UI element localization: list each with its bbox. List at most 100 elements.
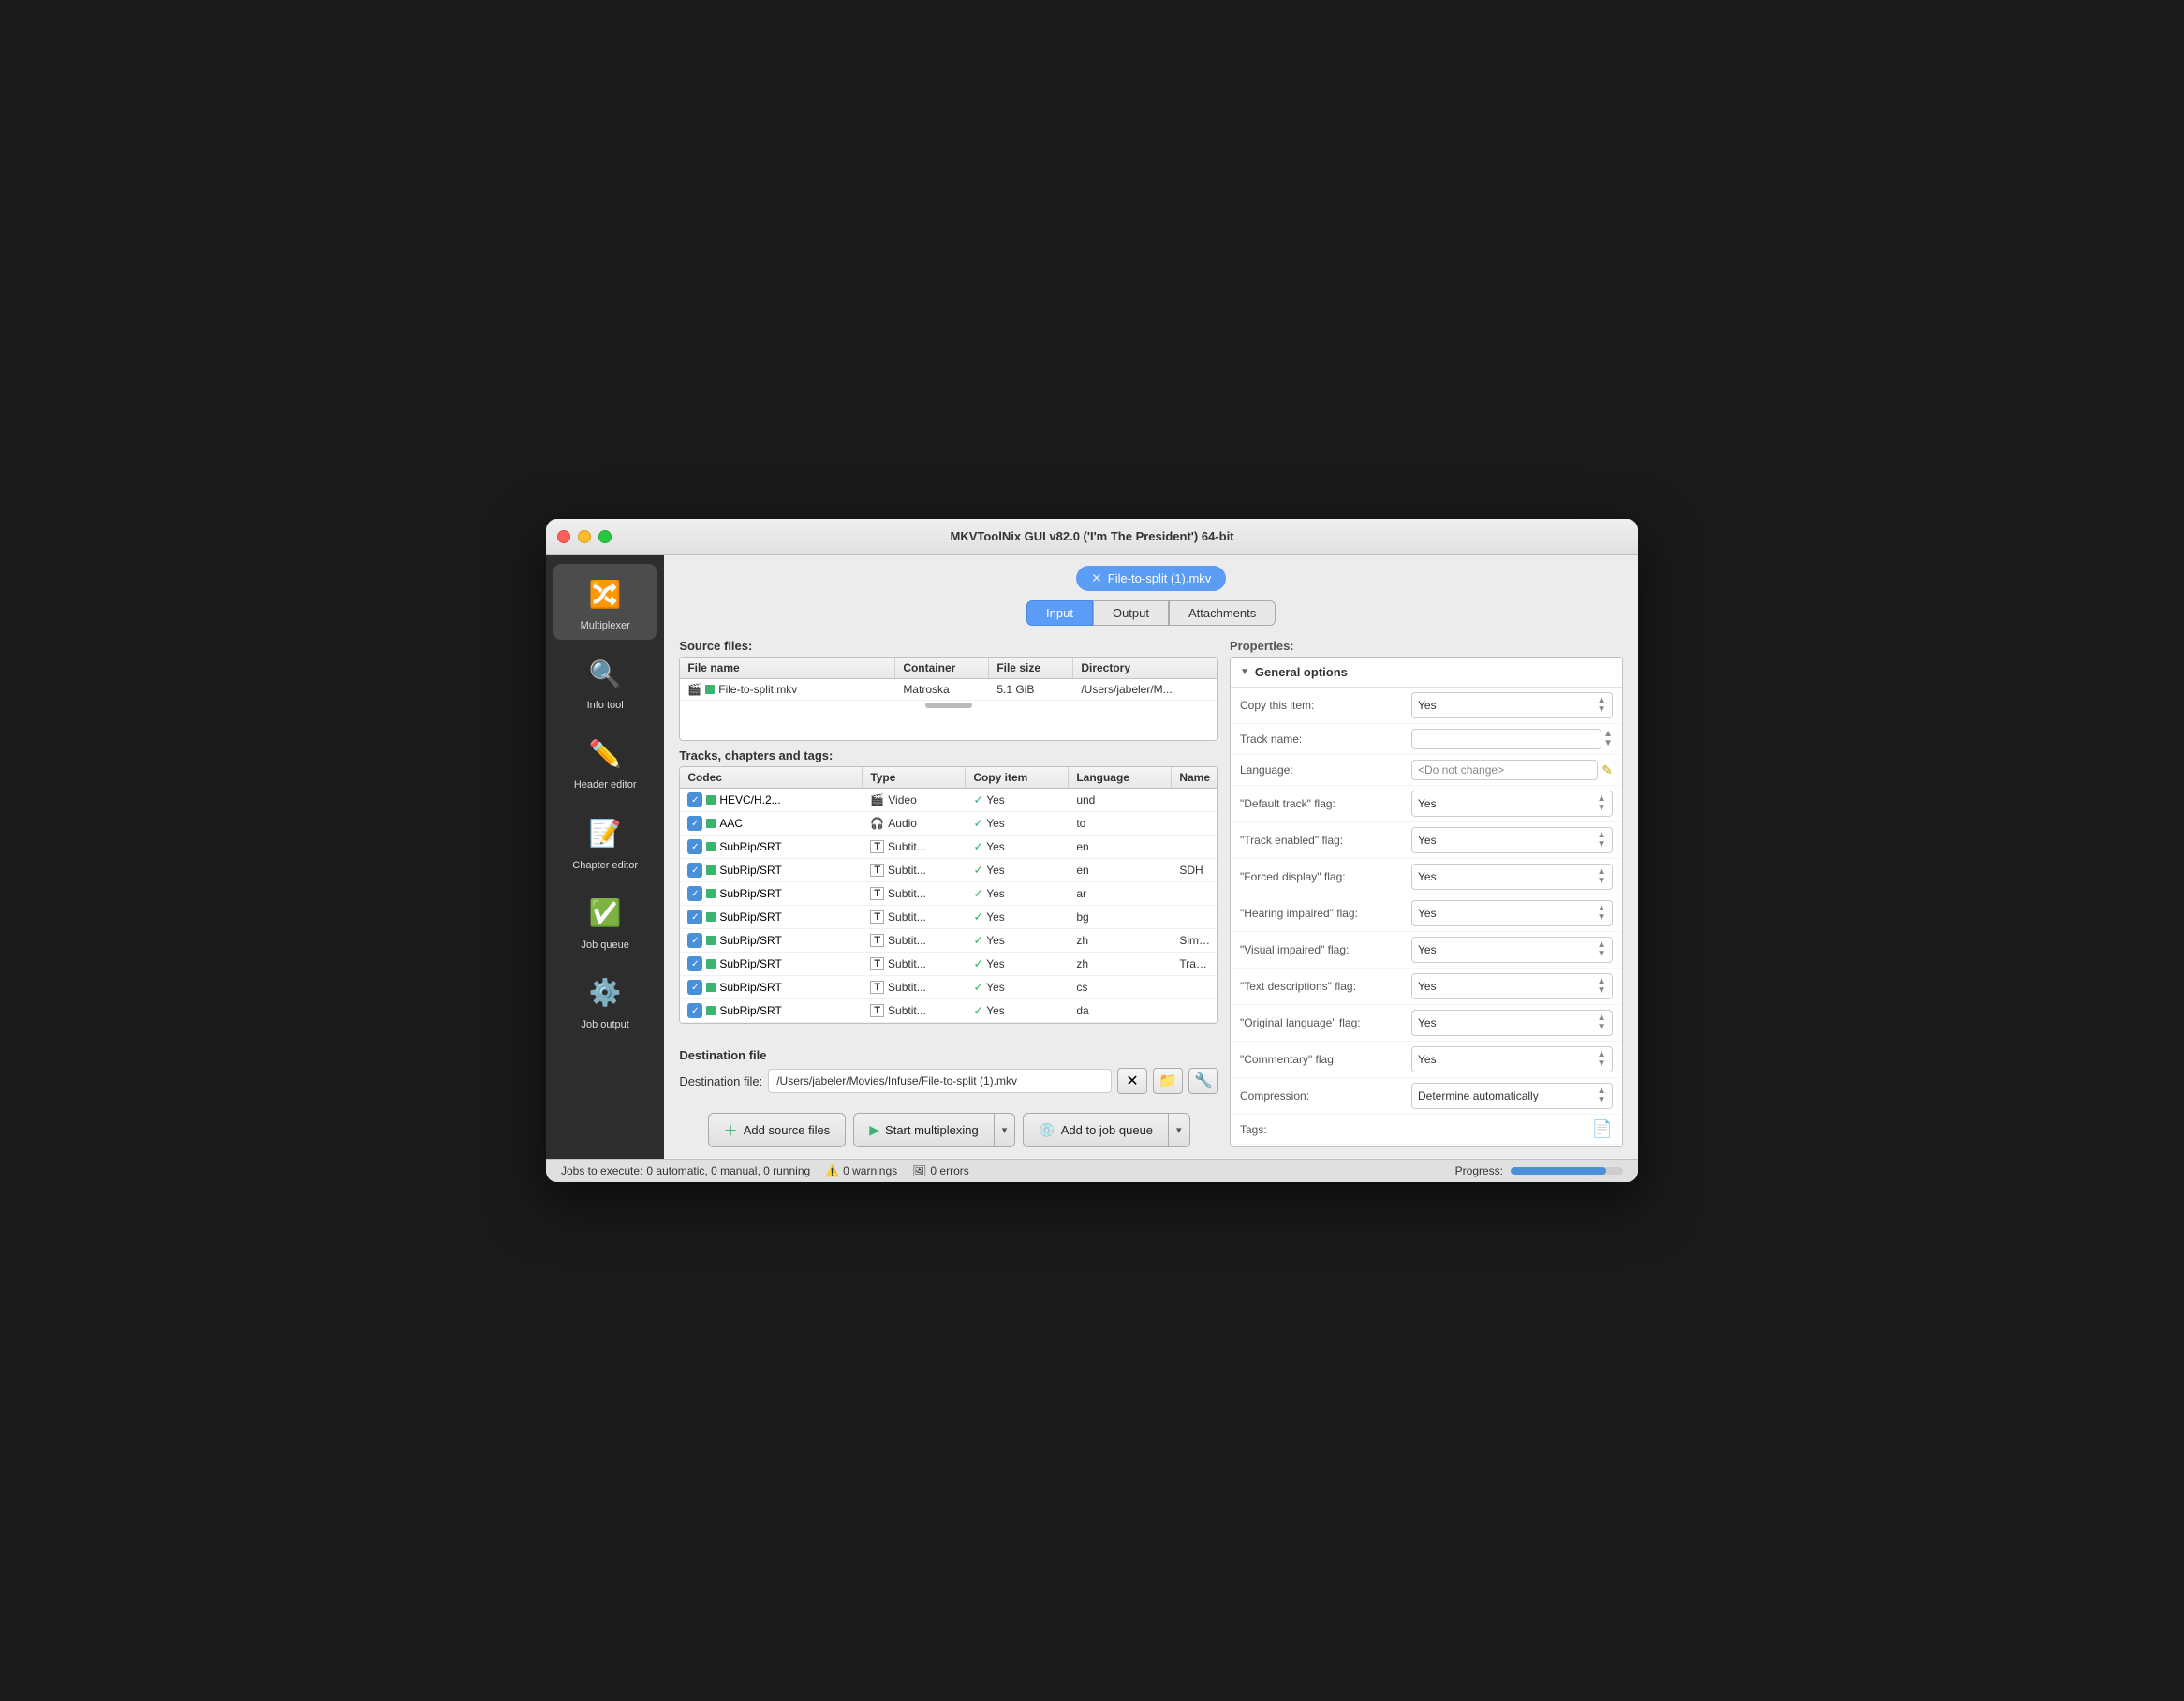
table-row[interactable]: ✓ SubRip/SRT T Subtit... (680, 859, 1217, 882)
track-checkbox-3[interactable]: ✓ (687, 863, 702, 878)
start-multiplexing-button[interactable]: ▶ Start multiplexing (853, 1113, 995, 1147)
enabled-spinner: ▲▼ (1597, 831, 1606, 850)
file-icon-img: 🎬 (687, 683, 701, 696)
track-checkbox-0[interactable]: ✓ (687, 792, 702, 807)
track-copy-cell-1: ✓ Yes (966, 812, 1069, 835)
track-checkbox-1[interactable]: ✓ (687, 816, 702, 831)
track-copy-cell-0: ✓ Yes (966, 789, 1069, 811)
table-row[interactable]: ✓ SubRip/SRT T Subtit... ✓Yes (680, 976, 1217, 999)
add-source-files-button[interactable]: ＋ Add source files (708, 1113, 847, 1147)
collapse-arrow-icon[interactable]: ▼ (1240, 667, 1249, 677)
track-codec-1: AAC (719, 817, 743, 830)
destination-options-button[interactable]: 🔧 (1188, 1068, 1218, 1094)
property-commentary: "Commentary" flag: Yes ▲▼ (1231, 1042, 1622, 1078)
sidebar: 🔀 Multiplexer 🔍 Info tool ✏️ Header edit… (546, 555, 664, 1159)
track-name-input[interactable] (1411, 729, 1601, 749)
col-name: Name (1172, 767, 1217, 788)
add-job-queue-button[interactable]: 💿 Add to job queue (1023, 1113, 1169, 1147)
track-checkbox-4[interactable]: ✓ (687, 886, 702, 901)
track-type-cell-4: T Subtit... (863, 883, 966, 904)
track-indicator-1 (706, 819, 716, 828)
tracks-label: Tracks, chapters and tags: (679, 748, 1218, 762)
sidebar-item-chapter-editor[interactable]: 📝 Chapter editor (553, 804, 657, 880)
sidebar-item-header-editor[interactable]: ✏️ Header editor (553, 723, 657, 799)
col-directory: Directory (1073, 658, 1217, 678)
tab-output[interactable]: Output (1093, 600, 1169, 626)
close-button[interactable] (557, 530, 570, 543)
track-type-0: Video (888, 793, 916, 806)
table-row[interactable]: ✓ SubRip/SRT T Subtit... ✓Yes (680, 999, 1217, 1023)
property-track-enabled: "Track enabled" flag: Yes ▲▼ (1231, 822, 1622, 859)
tab-input[interactable]: Input (1026, 600, 1093, 626)
table-row[interactable]: ✓ SubRip/SRT T Subtit... ✓Yes (680, 882, 1217, 906)
prop-control-origlang: Yes ▲▼ (1411, 1010, 1613, 1036)
destination-input[interactable] (768, 1069, 1112, 1093)
start-mux-label: Start multiplexing (885, 1123, 979, 1137)
start-mux-dropdown[interactable]: ▾ (995, 1113, 1016, 1147)
compression-select[interactable]: Determine automatically ▲▼ (1411, 1083, 1613, 1109)
minimize-button[interactable] (578, 530, 591, 543)
track-codec-3: SubRip/SRT (719, 864, 781, 877)
tags-file-button[interactable]: 📄 (1592, 1119, 1613, 1139)
jobs-status: Jobs to execute: 0 automatic, 0 manual, … (561, 1164, 810, 1177)
prop-label-default: "Default track" flag: (1240, 797, 1404, 810)
table-row[interactable]: ✓ SubRip/SRT T Subtit... ✓Yes (680, 953, 1217, 976)
track-enabled-select[interactable]: Yes ▲▼ (1411, 827, 1613, 853)
track-copy-check-0: ✓ Yes (973, 792, 1061, 807)
table-row[interactable]: ✓ AAC 🎧 Audio (680, 812, 1217, 836)
destination-clear-button[interactable]: ✕ (1117, 1068, 1147, 1094)
progress-bar-background (1511, 1167, 1623, 1175)
source-table-scrollbar[interactable] (925, 703, 972, 708)
hearing-impaired-select[interactable]: Yes ▲▼ (1411, 900, 1613, 926)
titlebar: MKVToolNix GUI v82.0 ('I'm The President… (546, 519, 1638, 555)
prop-control-textdesc: Yes ▲▼ (1411, 973, 1613, 999)
track-codec-cell-3: ✓ SubRip/SRT (680, 860, 863, 880)
tab-attachments[interactable]: Attachments (1169, 600, 1276, 626)
destination-browse-button[interactable]: 📁 (1153, 1068, 1183, 1094)
warnings-status: ⚠️ 0 warnings (825, 1164, 897, 1177)
edit-language-icon[interactable]: ✎ (1601, 762, 1613, 778)
default-track-select[interactable]: Yes ▲▼ (1411, 791, 1613, 817)
source-files-table: File name Container File size Directory … (679, 657, 1218, 741)
prop-label-enabled: "Track enabled" flag: (1240, 834, 1404, 847)
table-row[interactable]: ✓ SubRip/SRT T Subtit... ✓Yes (680, 906, 1217, 929)
table-row[interactable]: ✓ HEVC/H.2... 🎬 Video (680, 789, 1217, 812)
table-row[interactable]: 🎬 File-to-split.mkv Matroska 5.1 GiB /Us… (680, 679, 1217, 701)
copy-item-select[interactable]: Yes ▲▼ (1411, 692, 1613, 718)
properties-label: Properties: (1230, 639, 1623, 653)
prop-label-trackname: Track name: (1240, 732, 1404, 746)
hearing-spinner: ▲▼ (1597, 904, 1606, 923)
track-checkbox-2[interactable]: ✓ (687, 839, 702, 854)
source-files-label: Source files: (679, 639, 1218, 653)
forced-display-select[interactable]: Yes ▲▼ (1411, 864, 1613, 890)
add-queue-dropdown[interactable]: ▾ (1169, 1113, 1190, 1147)
sidebar-item-info-tool[interactable]: 🔍 Info tool (553, 643, 657, 719)
job-queue-icon: ✅ (583, 891, 627, 936)
file-tab[interactable]: ✕ File-to-split (1).mkv (1076, 566, 1226, 591)
compression-spinner: ▲▼ (1597, 1087, 1606, 1105)
default-spinner: ▲▼ (1597, 794, 1606, 813)
sidebar-item-multiplexer[interactable]: 🔀 Multiplexer (553, 564, 657, 640)
main-content: 🔀 Multiplexer 🔍 Info tool ✏️ Header edit… (546, 555, 1638, 1159)
sidebar-label-chapter-editor: Chapter editor (572, 860, 638, 872)
source-directory-cell: /Users/jabeler/M... (1073, 679, 1217, 700)
property-text-descriptions: "Text descriptions" flag: Yes ▲▼ (1231, 969, 1622, 1005)
source-table-header: File name Container File size Directory (680, 658, 1217, 679)
commentary-select[interactable]: Yes ▲▼ (1411, 1046, 1613, 1072)
original-language-select[interactable]: Yes ▲▼ (1411, 1010, 1613, 1036)
maximize-button[interactable] (598, 530, 612, 543)
start-mux-group: ▶ Start multiplexing ▾ (853, 1113, 1015, 1147)
file-tab-close-icon[interactable]: ✕ (1091, 570, 1102, 586)
sidebar-item-job-output[interactable]: ⚙️ Job output (553, 963, 657, 1039)
table-row[interactable]: ✓ SubRip/SRT T Subtit... (680, 836, 1217, 859)
visual-impaired-select[interactable]: Yes ▲▼ (1411, 937, 1613, 963)
sidebar-label-job-queue: Job queue (581, 939, 628, 952)
content-area: ✕ File-to-split (1).mkv Input Output Att… (664, 555, 1638, 1159)
text-descriptions-select[interactable]: Yes ▲▼ (1411, 973, 1613, 999)
language-text: <Do not change> (1411, 760, 1598, 780)
track-type-cell-2: T Subtit... (863, 836, 966, 857)
table-row[interactable]: ✓ SubRip/SRT T Subtit... ✓Yes (680, 929, 1217, 953)
traffic-lights (557, 530, 612, 543)
error-icon: 🖼 (912, 1164, 926, 1177)
sidebar-item-job-queue[interactable]: ✅ Job queue (553, 883, 657, 959)
